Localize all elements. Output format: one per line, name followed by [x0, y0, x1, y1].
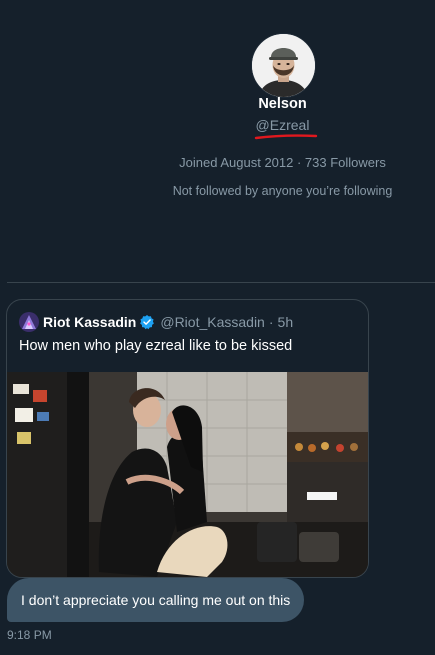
tweet-photo[interactable] [7, 372, 368, 577]
tweet-author-handle[interactable]: @Riot_Kassadin [160, 314, 265, 330]
profile-avatar[interactable] [251, 33, 316, 98]
profile-photo [252, 34, 315, 97]
section-divider [7, 282, 435, 283]
kassadin-avatar-icon [19, 312, 39, 332]
verified-badge-icon [140, 315, 155, 330]
profile-join-followers: Joined August 2012 · 733 Followers [179, 155, 386, 170]
message-timestamp: 9:18 PM [7, 628, 52, 642]
tweet-header: Riot Kassadin @Riot_Kassadin · 5h [19, 312, 293, 332]
tweet-timestamp[interactable]: 5h [278, 314, 294, 330]
tweet-text: How men who play ezreal like to be kisse… [19, 338, 293, 354]
profile-name[interactable]: Nelson [0, 96, 435, 112]
quoted-tweet-card[interactable]: Riot Kassadin @Riot_Kassadin · 5h How me… [6, 299, 369, 578]
message-bubble[interactable]: I don’t appreciate you calling me out on… [7, 578, 305, 622]
tweet-author-name[interactable]: Riot Kassadin [43, 314, 136, 330]
profile-mutuals-note: Not followed by anyone you’re following [172, 184, 393, 198]
tweet-separator: · [268, 314, 274, 330]
message-text: I don’t appreciate you calling me out on… [21, 592, 291, 608]
tweet-author-avatar[interactable] [19, 312, 39, 332]
kitchen-couple-photo [7, 372, 368, 577]
dm-conversation: Nelson @Ezreal Joined August 2012 · 733 … [0, 0, 435, 655]
profile-handle[interactable]: @Ezreal [0, 117, 435, 133]
red-underline-annotation [254, 134, 318, 140]
